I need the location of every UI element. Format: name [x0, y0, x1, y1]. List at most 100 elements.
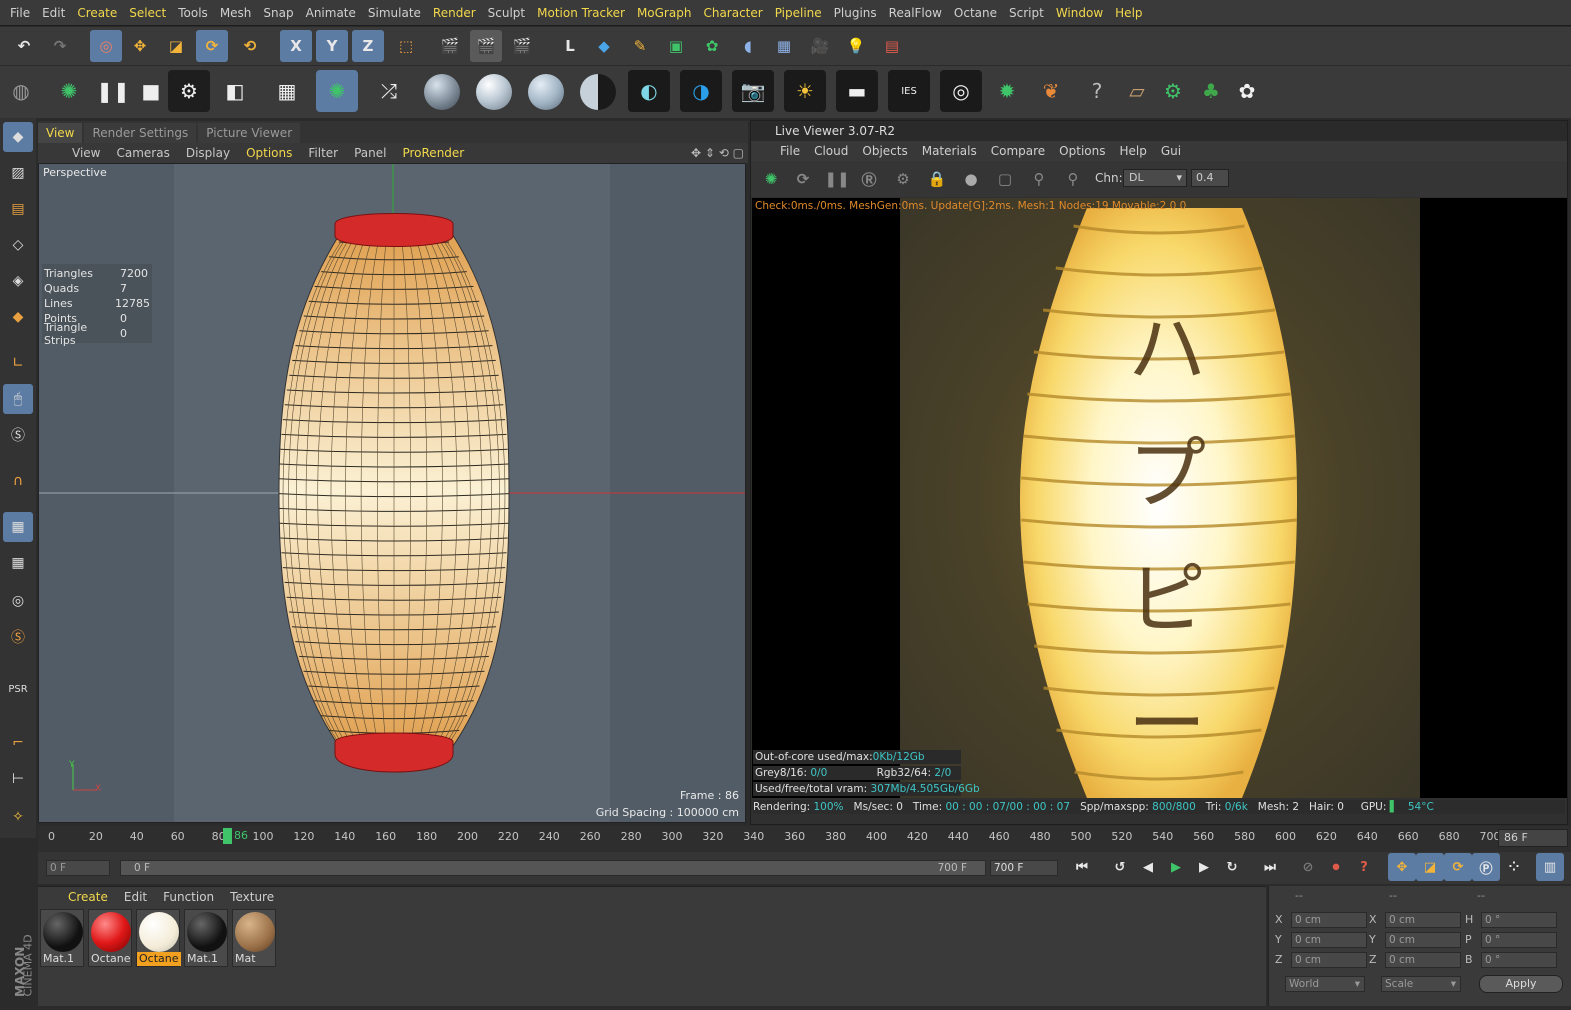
go-to-end-icon[interactable]: ⏭ [1256, 853, 1284, 881]
flower-icon[interactable]: ✿ [1226, 70, 1268, 112]
connect-icon[interactable]: ⊢ [3, 764, 33, 794]
redo-icon[interactable]: ↷ [44, 30, 76, 62]
texture-mode-icon[interactable]: ▨ [3, 158, 33, 188]
scatter-icon[interactable]: ✹ [986, 70, 1028, 112]
lv-pause-icon[interactable]: ❚❚ [821, 163, 853, 195]
menu-pipeline[interactable]: Pipeline [769, 6, 828, 20]
guides-icon[interactable]: ⌐ [3, 728, 33, 758]
menu-tools[interactable]: Tools [172, 6, 214, 20]
material-slot[interactable]: Octane [88, 909, 132, 967]
vdb-icon[interactable]: ❦ [1030, 70, 1072, 112]
ies-light-icon[interactable]: IES [888, 70, 930, 112]
mat-menu-texture[interactable]: Texture [222, 890, 282, 904]
viewport-menu-options[interactable]: Options [238, 146, 300, 160]
autokey-icon[interactable]: ⏺ [1322, 853, 1350, 881]
menu-simulate[interactable]: Simulate [362, 6, 427, 20]
menu-window[interactable]: Window [1050, 6, 1109, 20]
prev-frame-icon[interactable]: ◀ [1134, 853, 1162, 881]
area-light-icon[interactable]: ▬ [836, 70, 878, 112]
polygons-mode-icon[interactable]: ◆ [3, 302, 33, 332]
key-pla-icon[interactable]: ⁘ [1500, 853, 1528, 881]
end-frame-field[interactable]: 700 F [990, 860, 1058, 876]
z-axis-button[interactable]: Z [352, 30, 384, 62]
mat-menu-function[interactable]: Function [155, 890, 222, 904]
lv-frame-icon[interactable]: ▢ [989, 163, 1021, 195]
menu-select[interactable]: Select [123, 6, 172, 20]
key-position-icon[interactable]: ✥ [1388, 853, 1416, 881]
live-selection-icon[interactable]: ◎ [90, 30, 122, 62]
mix-material-icon[interactable] [580, 74, 616, 110]
octane-camera-icon[interactable]: 📷 [732, 70, 774, 112]
menu-plugins[interactable]: Plugins [828, 6, 883, 20]
subdivision-icon[interactable]: ▣ [660, 30, 692, 62]
viewport-menu-prorender[interactable]: ProRender [394, 146, 472, 160]
key-parameter-icon[interactable]: Ⓟ [1472, 853, 1500, 881]
xpresso-icon[interactable]: ▤ [876, 30, 908, 62]
material-slot[interactable]: Mat [232, 909, 276, 967]
menu-script[interactable]: Script [1003, 6, 1050, 20]
channel-number-field[interactable]: 0.4 [1191, 169, 1229, 187]
prev-key-icon[interactable]: ↺ [1106, 853, 1134, 881]
octane-settings-icon[interactable]: ⚙ [168, 70, 210, 112]
coord-value-field[interactable]: 0 cm [1291, 952, 1367, 968]
menu-realflow[interactable]: RealFlow [883, 6, 948, 20]
floor-icon[interactable]: ▦ [768, 30, 800, 62]
help-icon[interactable]: ? [1076, 70, 1118, 112]
contrast-icon[interactable]: ◐ [628, 70, 670, 112]
lv-menu-help[interactable]: Help [1112, 144, 1153, 158]
camera-icon[interactable]: 🎥 [804, 30, 836, 62]
lv-region-icon[interactable]: Ⓡ [853, 163, 885, 195]
contrast-blue-icon[interactable]: ◑ [680, 70, 722, 112]
glossy-material-icon[interactable] [476, 74, 512, 110]
tab-picture-viewer[interactable]: Picture Viewer [198, 123, 301, 143]
menu-mograph[interactable]: MoGraph [631, 6, 698, 20]
specular-material-icon[interactable] [528, 74, 564, 110]
viewport-nav-icons[interactable]: ✥ ⇕ ⟲ ▢ [691, 146, 744, 160]
octane-live-viewer-icon[interactable]: ✺ [48, 70, 90, 112]
star-icon[interactable]: ✧ [3, 802, 33, 832]
menu-octane[interactable]: Octane [948, 6, 1003, 20]
y-axis-button[interactable]: Y [316, 30, 348, 62]
next-frame-icon[interactable]: ▶ [1190, 853, 1218, 881]
menu-snap[interactable]: Snap [257, 6, 299, 20]
material-slot[interactable]: Mat.1 [40, 909, 84, 967]
spline-s-icon[interactable]: Ⓢ [3, 622, 33, 652]
material-slot[interactable]: Octane [136, 909, 181, 967]
menu-edit[interactable]: Edit [36, 6, 71, 20]
next-key-icon[interactable]: ↻ [1218, 853, 1246, 881]
cube-icon[interactable]: ◆ [588, 30, 620, 62]
timeline-ruler[interactable]: 0 20 40 60 80 100 120 140 160 180 200 220 240 260 280 3… [38, 826, 1571, 852]
menu-help[interactable]: Help [1109, 6, 1148, 20]
coord-value-field[interactable]: 0 cm [1291, 912, 1367, 928]
coord-value-field[interactable]: 0 ° [1481, 912, 1557, 928]
stop-icon[interactable]: ■ [130, 70, 172, 112]
lv-pick-material-icon[interactable]: ⚲ [1057, 163, 1089, 195]
snap-magnet-icon[interactable]: ∩ [3, 466, 33, 496]
shuffle-icon[interactable]: ⤮ [368, 70, 410, 112]
playhead[interactable] [223, 828, 232, 844]
coord-value-field[interactable]: 0 cm [1291, 932, 1367, 948]
solo-icon[interactable]: Ⓢ [3, 420, 33, 450]
world-select[interactable]: World ▾ [1285, 976, 1365, 992]
go-to-start-icon[interactable]: ⏮ [1068, 853, 1096, 881]
lv-menu-gui[interactable]: Gui [1154, 144, 1188, 158]
key-scale-icon[interactable]: ◪ [1416, 853, 1444, 881]
octane-tags-icon[interactable]: ◧ [214, 70, 256, 112]
recent-tool-icon[interactable]: ⟲ [234, 30, 266, 62]
menu-render[interactable]: Render [427, 6, 482, 20]
diffuse-material-icon[interactable] [424, 74, 460, 110]
daylight-icon[interactable]: ☀ [784, 70, 826, 112]
lv-pick-focus-icon[interactable]: ⚲ [1023, 163, 1055, 195]
tab-view[interactable]: View [38, 123, 83, 143]
model-mode-icon[interactable]: ◆ [3, 122, 33, 152]
tweak-mode-icon[interactable]: 🖱 [3, 384, 33, 414]
pause-icon[interactable]: ❚❚ [92, 70, 134, 112]
move-tool-icon[interactable]: ✥ [124, 30, 156, 62]
material-slot[interactable]: Mat.1 [184, 909, 228, 967]
record-keys-icon[interactable]: ⊘ [1294, 853, 1322, 881]
cloner-icon[interactable]: ✿ [696, 30, 728, 62]
viewport-menu-view[interactable]: View [64, 146, 108, 160]
lv-menu-file[interactable]: File [773, 144, 807, 158]
coord-value-field[interactable]: 0 cm [1385, 912, 1461, 928]
menu-create[interactable]: Create [71, 6, 123, 20]
